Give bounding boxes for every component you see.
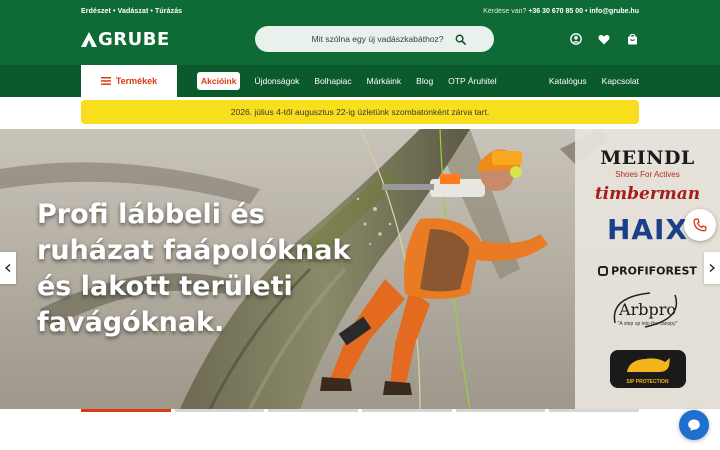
slider-indicators [81,409,640,412]
top-header: Erdészet • Vadászat • Túrázás Kérdése va… [0,0,720,65]
hamburger-icon [100,77,111,85]
nav-right-links: Katalógus Kapcsolat [549,65,639,97]
header-icons [569,32,639,46]
hero-headline-line: ruházat faápolóknak [37,235,351,266]
products-menu-label: Termékek [115,76,158,86]
brand-name-meindl: MEINDL [600,147,695,169]
brand-name-profiforest: PROFIFOREST [611,264,697,278]
search-icon[interactable] [454,32,468,46]
brand-logo-meindl[interactable]: MEINDL Shoes For Actives [575,147,720,179]
slider-prev-arrow[interactable] [0,252,16,284]
brand-name-timberman: timberman [594,184,701,204]
hero-headline-line: favágóknak. [37,307,225,338]
nav-item-new-arrivals[interactable]: Újdonságok [254,76,299,86]
heart-icon[interactable] [597,32,611,46]
contact-question: Kérdése van? [483,8,527,15]
nav-item-flea-market[interactable]: Bolhapiac [314,76,351,86]
site-logo[interactable]: GRUBE [81,29,170,50]
contact-email-link[interactable]: info@grube.hu [589,8,639,15]
store-notice-banner: 2026. július 4-től augusztus 22-ig üzlet… [81,100,639,124]
logo-mountain-icon [81,32,97,47]
shopping-bag-icon[interactable] [625,32,639,46]
sip-rhino-icon [626,358,670,372]
chat-bubble-icon [688,419,700,431]
slider-dot[interactable] [455,409,546,412]
hero-headline-line: Profi lábbeli és [37,199,265,230]
slider-next-arrow[interactable] [704,252,720,284]
nav-item-otp-credit[interactable]: OTP Áruhitel [448,76,497,86]
brand-logos-panel: MEINDL Shoes For Actives timberman HAIX … [575,129,720,409]
profiforest-emblem-icon [598,265,609,276]
brand-name-sip: SIP PROTECTION [626,379,669,385]
header-contact: Kérdése van? +36 30 670 85 00 • info@gru… [483,8,639,15]
slider-dot[interactable] [81,409,171,412]
chevron-left-icon [5,264,11,272]
nav-item-catalog[interactable]: Katalógus [549,76,587,86]
phone-icon [693,218,707,232]
nav-item-brands[interactable]: Márkáink [367,76,401,86]
slider-dot[interactable] [268,409,359,412]
brand-logo-timberman[interactable]: timberman [575,184,720,204]
hero-headline: Profi lábbeli és ruházat faápolóknak és … [37,197,407,341]
chat-widget-button[interactable] [679,410,709,440]
hero-headline-line: és lakott területi [37,271,293,302]
main-navigation: Termékek Akcióink Újdonságok Bolhapiac M… [0,65,720,97]
nav-item-sales[interactable]: Akcióink [197,72,241,90]
nav-item-contact[interactable]: Kapcsolat [602,76,639,86]
nav-links: Akcióink Újdonságok Bolhapiac Márkáink B… [197,65,512,97]
user-icon[interactable] [569,32,583,46]
search-bar [255,26,494,52]
sip-badge: SIP PROTECTION [609,350,686,388]
brand-sub-meindl: Shoes For Actives [615,170,680,179]
hero-slider[interactable]: Profi lábbeli és ruházat faápolóknak és … [0,129,720,409]
arbpro-swoosh-icon [613,292,678,328]
brand-logo-profiforest[interactable]: PROFIFOREST [575,262,720,280]
slider-dot[interactable] [549,409,640,412]
brand-logo-arbpro[interactable]: Arbpro "A step up into the canopy" [575,289,720,328]
slider-dot[interactable] [362,409,452,412]
chevron-right-icon [709,264,715,272]
logo-text: GRUBE [98,29,170,50]
slider-dot[interactable] [174,409,265,412]
call-us-button[interactable] [684,209,716,241]
contact-separator: • [584,8,588,15]
header-tagline: Erdészet • Vadászat • Túrázás [81,8,183,15]
contact-phone-link[interactable]: +36 30 670 85 00 [528,8,583,15]
brand-logo-sip-protection[interactable]: SIP PROTECTION [575,350,720,388]
search-input[interactable] [293,34,444,44]
products-menu-button[interactable]: Termékek [81,65,177,97]
nav-item-blog[interactable]: Blog [416,76,433,86]
